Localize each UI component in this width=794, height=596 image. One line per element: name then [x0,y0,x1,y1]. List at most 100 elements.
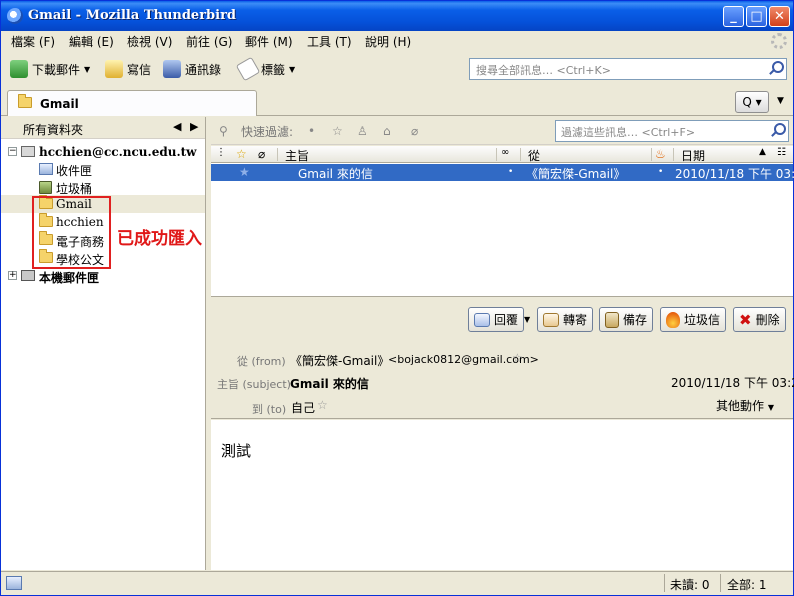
junk-button[interactable]: 垃圾信 [660,307,727,332]
other-actions-button[interactable]: 其他動作 ▼ [716,397,774,414]
tab-bar: Gmail Q ▾ ▼ [1,88,793,116]
account-row[interactable]: − hcchien@cc.ncu.edu.tw [1,143,205,161]
tag-filter-icon[interactable]: ⌂ [383,124,391,138]
forward-button[interactable]: 轉寄 [537,307,594,332]
tab-gmail[interactable]: Gmail [7,90,257,116]
filter-messages-input[interactable]: 過濾這些訊息… <Ctrl+F> [555,120,789,142]
global-search-input[interactable]: 搜尋全部訊息… <Ctrl+K> [469,58,787,80]
menu-tools[interactable]: 工具 (T) [307,33,352,50]
quick-filter-bar: ⚲ 快速過濾: • ☆ ♙ ⌂ ⌀ 過濾這些訊息… <Ctrl+F> [211,117,793,145]
menu-view[interactable]: 檢視 (V) [127,33,172,50]
add-contact-star-icon[interactable]: ☆ [512,351,523,365]
read-dot-icon[interactable]: • [508,167,513,177]
unread-filter-icon[interactable]: • [308,124,315,138]
search-icon[interactable] [770,123,786,138]
menu-bar: 檔案 (F) 編輯 (E) 檢視 (V) 前往 (G) 郵件 (M) 工具 (T… [1,31,793,51]
tab-search-button[interactable]: Q ▾ [735,91,769,113]
subject-value: Gmail 來的信 [290,377,369,391]
star-column-icon[interactable]: ☆ [236,147,247,161]
menu-file[interactable]: 檔案 (F) [11,33,55,50]
inbox-icon [39,163,53,175]
address-book-button[interactable]: 通訊錄 [163,57,221,81]
attachment-filter-icon[interactable]: ⌀ [411,124,418,138]
trash-icon [39,181,52,194]
from-column-header[interactable]: 從 [528,147,540,164]
menu-go[interactable]: 前往 (G) [186,33,232,50]
local-folders-row[interactable]: + 本機郵件匣 [1,267,205,285]
tab-list-dropdown-icon[interactable]: ▼ [777,96,784,106]
junk-column-icon[interactable]: ♨ [655,147,666,161]
folder-label: 收件匣 [56,164,93,178]
to-value[interactable]: 自己 [291,399,315,416]
star-icon[interactable]: ★ [239,165,250,179]
delete-button[interactable]: ✖ 刪除 [733,307,786,332]
starred-filter-icon[interactable]: ☆ [332,124,343,138]
tab-label: Gmail [40,97,79,111]
fire-icon [666,311,680,328]
address-book-label: 通訊錄 [185,62,222,77]
folder-icon [18,94,32,108]
forward-icon [543,312,559,327]
to-label: 到 (to) [252,403,287,416]
from-name[interactable]: 《簡宏傑-Gmail》 [290,352,389,369]
write-button[interactable]: 寫信 [105,57,151,81]
quick-filter-label: 快速過濾: [241,125,294,139]
add-contact-star-icon[interactable]: ☆ [317,398,328,412]
menu-help[interactable]: 說明 (H) [365,33,411,50]
online-status-icon[interactable] [6,576,22,590]
read-column-icon[interactable]: ∞ [501,147,509,158]
expand-icon[interactable]: + [8,271,17,280]
get-mail-button[interactable]: 下載郵件 ▼ [10,57,90,81]
date-column-header[interactable]: 日期 [681,147,705,164]
thunderbird-icon [7,8,23,24]
reply-icon [474,312,490,327]
window-title: Gmail - Mozilla Thunderbird [28,8,237,23]
account-name: hcchien@cc.ncu.edu.tw [39,145,197,159]
tag-button[interactable]: 標籤 ▼ [235,56,296,82]
folder-trash[interactable]: 垃圾桶 [1,178,205,196]
thread-column-icon[interactable]: ⋮ [216,147,226,158]
subject-column-header[interactable]: 主旨 [285,147,309,164]
activity-throbber-icon [771,33,787,49]
download-icon [10,60,28,78]
tag-label: 標籤 [261,62,286,77]
junk-dot-icon[interactable]: • [658,167,663,177]
menu-edit[interactable]: 編輯 (E) [69,33,114,50]
quick-filter-toggle-icon[interactable]: ⚲ [219,124,228,138]
sort-arrow-icon: ▲ [759,147,766,157]
message-subject: Gmail 來的信 [298,167,373,181]
chevron-down-icon[interactable]: ▼ [84,65,90,74]
maximize-button[interactable]: □ [746,6,767,27]
attachment-column-icon[interactable]: ⌀ [258,147,265,161]
message-from: 《簡宏傑-Gmail》 [526,167,626,181]
unread-count: 未讀: 0 [670,578,710,592]
reply-button[interactable]: 回覆 [468,307,525,332]
other-actions-label: 其他動作 [716,399,765,413]
prev-view-arrow-icon[interactable]: ◀ [173,120,181,133]
search-icon: Q [742,95,752,109]
pencil-icon [105,60,123,78]
delete-label: 刪除 [755,313,780,327]
chevron-down-icon: ▼ [289,64,296,74]
forward-label: 轉寄 [563,313,588,327]
search-icon[interactable] [768,61,784,76]
close-button[interactable]: ✕ [769,6,790,27]
column-picker-icon[interactable]: ☷ [777,147,786,158]
chevron-down-icon: ▼ [767,403,774,412]
minimize-button[interactable]: _ [723,6,744,27]
archive-button[interactable]: 備存 [599,307,654,332]
menu-message[interactable]: 郵件 (M) [245,33,293,50]
collapse-icon[interactable]: − [8,147,17,156]
get-mail-label: 下載郵件 [32,62,81,77]
next-view-arrow-icon[interactable]: ▶ [190,120,198,133]
folder-inbox[interactable]: 收件匣 [1,160,205,178]
thread-column-header: ⋮ ☆ ⌀ 主旨 ∞ 從 ♨ 日期 ▲ ☷ [211,146,793,163]
from-label: 從 (from) [237,355,286,368]
contact-filter-icon[interactable]: ♙ [357,124,368,138]
tag-icon [235,56,261,82]
local-folders-label: 本機郵件匣 [39,271,100,285]
address-book-icon [163,60,181,78]
subject-label: 主旨 (subject) [217,378,291,391]
reply-dropdown-icon[interactable]: ▼ [524,315,530,324]
message-row[interactable]: ★ Gmail 來的信 • 《簡宏傑-Gmail》 • 2010/11/18 下… [211,164,794,181]
